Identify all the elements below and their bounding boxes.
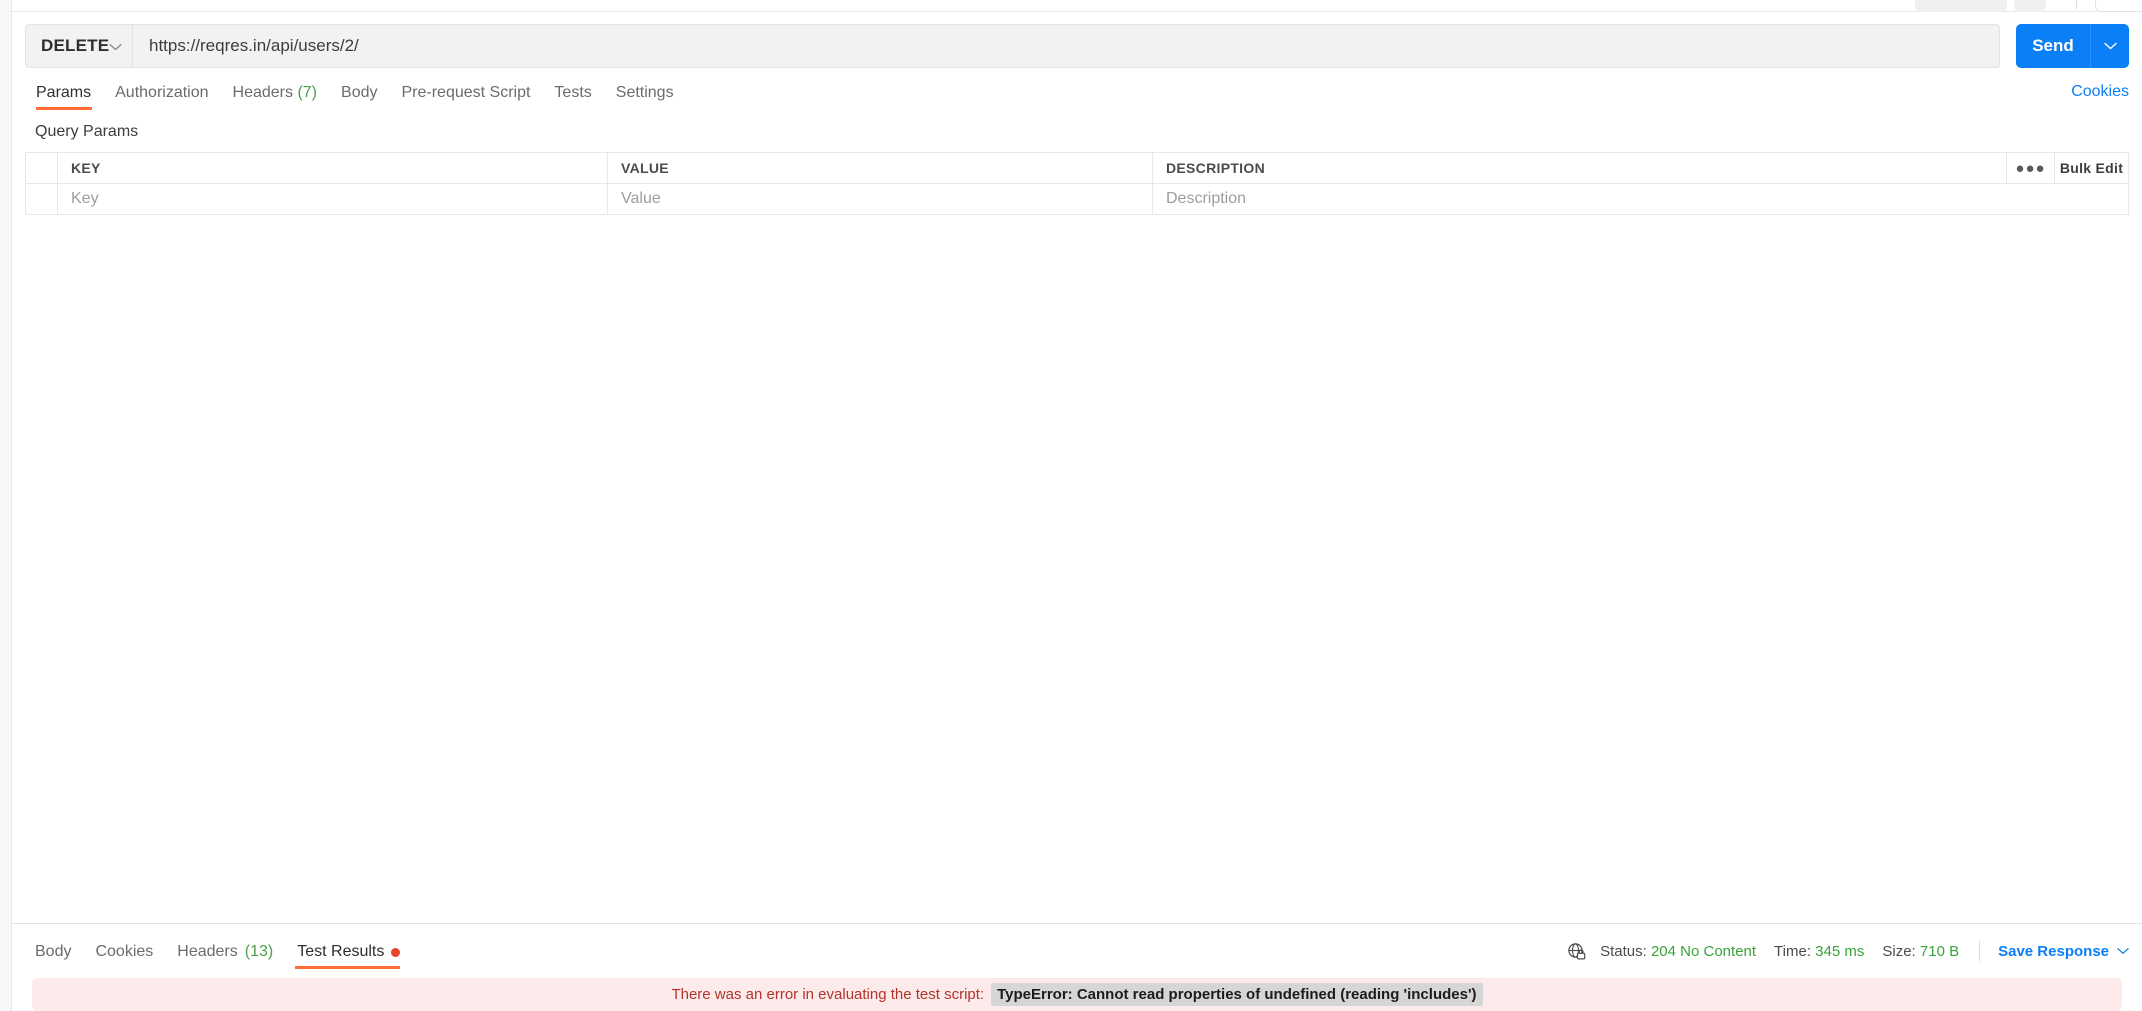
tab-headers[interactable]: Headers (7)	[221, 85, 330, 110]
query-params-section: Query Params KEY VALUE DESCRIPTION ●●● B…	[12, 110, 2142, 215]
request-url-input[interactable]	[132, 24, 2000, 68]
top-toolbar-divider	[2076, 0, 2077, 10]
time-value: 345 ms	[1815, 942, 1865, 960]
table-options-cell: ●●●	[2006, 152, 2055, 184]
send-button[interactable]: Send	[2016, 24, 2090, 68]
size-value: 710 B	[1919, 942, 1960, 960]
header-value: VALUE	[607, 152, 1153, 184]
tab-headers-count: (7)	[297, 84, 318, 101]
row-description-input[interactable]: Description	[1152, 183, 2129, 215]
send-options-button[interactable]	[2090, 24, 2129, 68]
tab-params[interactable]: Params	[25, 85, 103, 110]
meta-divider	[1979, 941, 1981, 961]
tab-params-label: Params	[36, 84, 92, 101]
top-toolbar-chip-4[interactable]	[2095, 0, 2142, 12]
tab-settings-label: Settings	[615, 84, 674, 101]
request-tabs: Params Authorization Headers (7) Body Pr…	[25, 78, 686, 110]
response-tab-headers[interactable]: Headers (13)	[165, 944, 285, 969]
cookies-link[interactable]: Cookies	[2071, 83, 2129, 110]
request-body-filler	[12, 215, 2142, 923]
response-tab-headers-count: (13)	[244, 943, 274, 960]
response-meta: Status: 204 No Content Time: 345 ms Size…	[1567, 941, 2129, 969]
response-body: There was an error in evaluating the tes…	[12, 969, 2142, 1011]
response-tab-test-results[interactable]: Test Results	[285, 944, 412, 969]
http-method-value: DELETE	[41, 36, 110, 55]
status-value: 204 No Content	[1650, 942, 1757, 960]
response-tab-body-label: Body	[35, 943, 72, 960]
row-key-input[interactable]: Key	[57, 183, 608, 215]
response-tab-body[interactable]: Body	[25, 944, 83, 969]
response-pane: Body Cookies Headers (13) Test Results S…	[12, 923, 2142, 1011]
row-value-input[interactable]: Value	[607, 183, 1153, 215]
tab-body-label: Body	[341, 84, 378, 101]
status-meta: Status: 204 No Content	[1600, 943, 1756, 960]
chevron-down-icon	[109, 40, 122, 53]
row-checkbox-cell[interactable]	[25, 183, 58, 215]
tab-tests-label: Tests	[554, 84, 592, 101]
response-tab-cookies[interactable]: Cookies	[83, 944, 165, 969]
response-tabs: Body Cookies Headers (13) Test Results	[25, 924, 412, 969]
header-select-all-cell	[25, 152, 58, 184]
tab-authorization[interactable]: Authorization	[103, 85, 220, 110]
save-response-button[interactable]: Save Response	[1998, 943, 2129, 960]
response-tab-test-results-label: Test Results	[297, 943, 385, 960]
tab-body[interactable]: Body	[329, 85, 389, 110]
size-label: Size:	[1882, 942, 1916, 960]
chevron-down-icon	[2117, 944, 2129, 958]
bulk-edit-button[interactable]: Bulk Edit	[2060, 160, 2123, 176]
table-row: Key Value Description	[25, 183, 2129, 215]
bulk-edit-cell: Bulk Edit	[2054, 152, 2129, 184]
time-label: Time:	[1774, 942, 1811, 960]
top-toolbar-chip-1[interactable]	[1915, 0, 2007, 12]
globe-lock-icon[interactable]	[1567, 942, 1586, 961]
tab-authorization-label: Authorization	[115, 84, 209, 101]
query-params-table: KEY VALUE DESCRIPTION ●●● Bulk Edit Key …	[25, 152, 2129, 215]
main-content: DELETE Send Pa	[12, 0, 2142, 1011]
tab-tests[interactable]: Tests	[542, 85, 603, 110]
size-meta: Size: 710 B	[1882, 943, 1959, 960]
ellipsis-icon[interactable]: ●●●	[2015, 161, 2045, 176]
header-key: KEY	[57, 152, 608, 184]
error-detail: TypeError: Cannot read properties of und…	[991, 983, 1483, 1006]
time-meta: Time: 345 ms	[1774, 943, 1864, 960]
top-toolbar-chip-2[interactable]	[2014, 0, 2046, 12]
left-rail	[0, 0, 12, 1011]
request-tabs-row: Params Authorization Headers (7) Body Pr…	[12, 78, 2142, 110]
save-response-label: Save Response	[1998, 942, 2109, 960]
table-header-row: KEY VALUE DESCRIPTION ●●● Bulk Edit	[25, 152, 2129, 184]
header-description: DESCRIPTION	[1152, 152, 2007, 184]
tab-pre-request-script[interactable]: Pre-request Script	[389, 85, 542, 110]
test-failure-dot-icon	[391, 947, 401, 957]
request-url-bar: DELETE Send	[12, 12, 2142, 78]
response-tabs-row: Body Cookies Headers (13) Test Results S…	[12, 924, 2142, 969]
status-label: Status:	[1600, 942, 1647, 960]
response-tab-cookies-label: Cookies	[95, 943, 154, 960]
postman-window: DELETE Send Pa	[0, 0, 2142, 1011]
top-toolbar-strip	[12, 0, 2142, 12]
response-tab-headers-label: Headers	[177, 943, 238, 960]
test-script-error-banner: There was an error in evaluating the tes…	[32, 978, 2122, 1011]
send-button-group: Send	[2016, 24, 2129, 68]
tab-headers-label: Headers	[232, 84, 293, 101]
tab-settings[interactable]: Settings	[604, 85, 686, 110]
query-params-title: Query Params	[35, 123, 139, 140]
error-message: There was an error in evaluating the tes…	[671, 986, 985, 1003]
tab-pre-request-script-label: Pre-request Script	[401, 84, 531, 101]
http-method-select[interactable]: DELETE	[25, 24, 132, 68]
